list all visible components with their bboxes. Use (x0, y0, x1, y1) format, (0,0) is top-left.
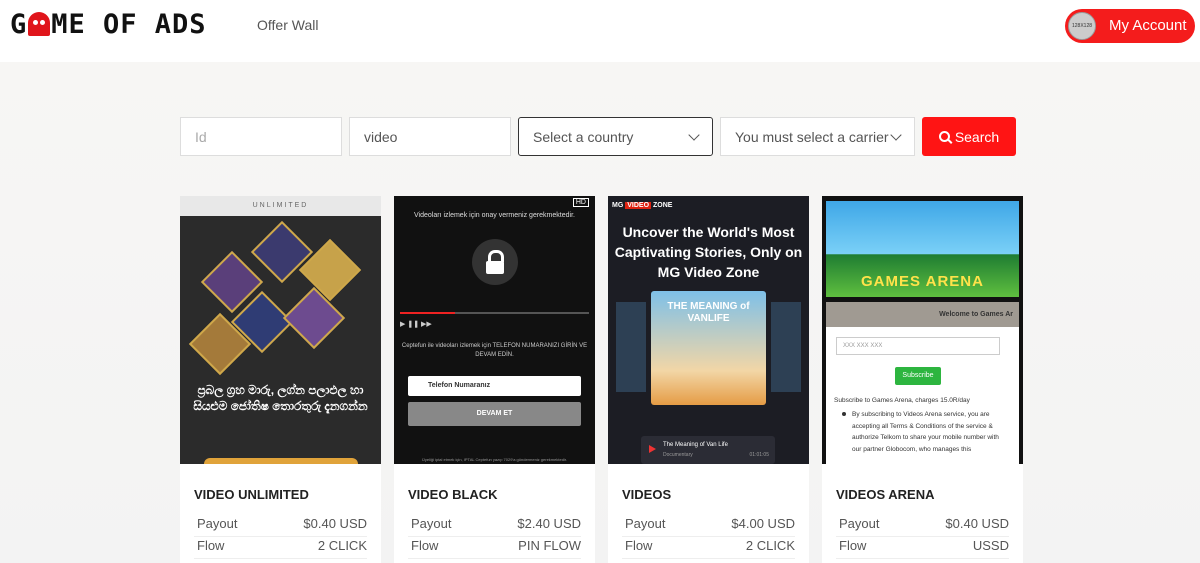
flow-row: Flow 2 CLICK (622, 538, 795, 559)
id-input[interactable]: Id (180, 117, 342, 156)
flow-row: Flow 2 CLICK (194, 538, 367, 559)
offer-card-videos[interactable]: MG VIDEO ZONE Uncover the World's Most C… (608, 196, 809, 563)
payout-value: $0.40 USD (303, 516, 367, 531)
play-icon (649, 445, 656, 453)
games-banner: GAMES ARENA (826, 201, 1019, 297)
chevron-down-icon (890, 128, 902, 141)
offer-card-video-black[interactable]: HD Videoları izlemek için onay vermeniz … (394, 196, 595, 563)
panel-phone-input: XXX XXX XXX (836, 337, 1000, 355)
poster-image: THE MEANING of VANLIFE (651, 291, 766, 405)
side-poster (616, 302, 646, 392)
thumb-body-text: ප්‍රබල ග්‍රහ මාරු, ලග්න පලාඵල හා සියළුම … (193, 383, 368, 413)
payout-row: Payout $0.40 USD (194, 516, 367, 537)
flow-row: Flow USSD (836, 538, 1009, 559)
thumb-footer: Üyeliği iptal etmek için, IPTAL Ceptefun… (421, 457, 568, 462)
bullet-icon (842, 412, 846, 416)
avatar: 128X128 (1068, 12, 1096, 40)
video-progress-bar (400, 312, 589, 314)
signup-panel: Welcome to Games Ar XXX XXX XXX Subscrib… (826, 302, 1019, 464)
track-duration: 01:01:05 (749, 452, 769, 458)
thumb-message: Videoları izlemek için onay vermeniz ger… (414, 212, 575, 219)
thumb-phone-input: Telefon Numaranız (408, 376, 581, 396)
flow-value: 2 CLICK (317, 538, 367, 553)
track-title: The Meaning of Van Life (663, 442, 728, 448)
payout-value: $2.40 USD (517, 516, 581, 531)
chevron-down-icon (688, 128, 700, 141)
search-button[interactable]: Search (922, 117, 1016, 156)
video-controls: ▶ ❚❚ ▶▶ (400, 321, 432, 328)
payout-value: $0.40 USD (945, 516, 1009, 531)
flow-value: 2 CLICK (745, 538, 795, 553)
flow-value: PIN FLOW (518, 538, 581, 553)
offer-title: VIDEO BLACK (408, 487, 498, 502)
panel-header: Welcome to Games Ar (826, 302, 1019, 327)
flow-label: Flow (411, 538, 439, 553)
track-subtitle: Documentary (663, 452, 693, 458)
mini-player: The Meaning of Van Life Documentary 01:0… (641, 436, 775, 464)
flow-label: Flow (197, 538, 225, 553)
payout-row: Payout $2.40 USD (408, 516, 581, 537)
carrier-select[interactable]: You must select a carrier (720, 117, 915, 156)
payout-row: Payout $4.00 USD (622, 516, 795, 537)
nav-offer-wall[interactable]: Offer Wall (257, 17, 318, 33)
offer-thumbnail[interactable]: MG VIDEO ZONE Uncover the World's Most C… (608, 196, 809, 464)
thumb-top-text: UNLIMITED (180, 196, 381, 216)
offer-thumbnail[interactable]: GAMES ARENA Welcome to Games Ar XXX XXX … (822, 196, 1023, 464)
banner-title: GAMES ARENA (861, 273, 984, 290)
my-account-label: My Account (1109, 17, 1187, 34)
ghost-icon (28, 12, 51, 36)
payout-row: Payout $0.40 USD (836, 516, 1009, 537)
offer-title: VIDEOS (622, 487, 672, 502)
payout-value: $4.00 USD (731, 516, 795, 531)
keyword-input[interactable]: video (349, 117, 511, 156)
hd-badge: HD (572, 198, 589, 207)
country-select-label: Select a country (533, 128, 634, 145)
payout-label: Payout (197, 516, 238, 531)
payout-label: Payout (839, 516, 880, 531)
side-poster (771, 302, 801, 392)
search-icon (938, 131, 950, 142)
offer-title: VIDEOS ARENA (836, 487, 935, 502)
offer-card-video-unlimited[interactable]: UNLIMITED ප්‍රබල ග්‍රහ මාරු, ලග්න පලාඵල … (180, 196, 381, 563)
offer-thumbnail[interactable]: UNLIMITED ප්‍රබල ග්‍රහ මාරු, ලග්න පලාඵල … (180, 196, 381, 464)
payout-label: Payout (625, 516, 666, 531)
my-account-button[interactable]: 128X128 My Account (1065, 9, 1195, 43)
poster-title: THE MEANING of VANLIFE (667, 301, 750, 324)
panel-charges-text: Subscribe to Games Arena, charges 15.0R/… (834, 397, 970, 404)
thumb-headline: Uncover the World's Most Captivating Sto… (614, 224, 803, 280)
flow-row: Flow PIN FLOW (408, 538, 581, 559)
thumb-continue-button: DEVAM ET (408, 402, 581, 426)
thumb-description: Ceptefun ile videoları izlemek için TELE… (401, 343, 588, 358)
payout-label: Payout (411, 516, 452, 531)
offer-title: VIDEO UNLIMITED (194, 487, 309, 502)
country-select[interactable]: Select a country (518, 117, 713, 156)
panel-subscribe-button: Subscribe (895, 367, 941, 385)
logo[interactable]: G ME OF ADS (10, 9, 207, 40)
thumb-brand: MG VIDEO ZONE (612, 202, 673, 209)
zodiac-tile (282, 286, 346, 350)
panel-terms-text: By subscribing to Videos Arena service, … (852, 411, 999, 453)
offer-card-videos-arena[interactable]: GAMES ARENA Welcome to Games Ar XXX XXX … (822, 196, 1023, 563)
lock-icon (472, 239, 518, 285)
thumb-cta-button (204, 458, 358, 464)
carrier-select-label: You must select a carrier (735, 128, 889, 145)
top-header: G ME OF ADS Offer Wall 128X128 My Account (0, 0, 1200, 62)
offer-thumbnail[interactable]: HD Videoları izlemek için onay vermeniz … (394, 196, 595, 464)
flow-value: USSD (972, 538, 1009, 553)
flow-label: Flow (625, 538, 653, 553)
flow-label: Flow (839, 538, 867, 553)
search-button-label: Search (954, 128, 1000, 145)
